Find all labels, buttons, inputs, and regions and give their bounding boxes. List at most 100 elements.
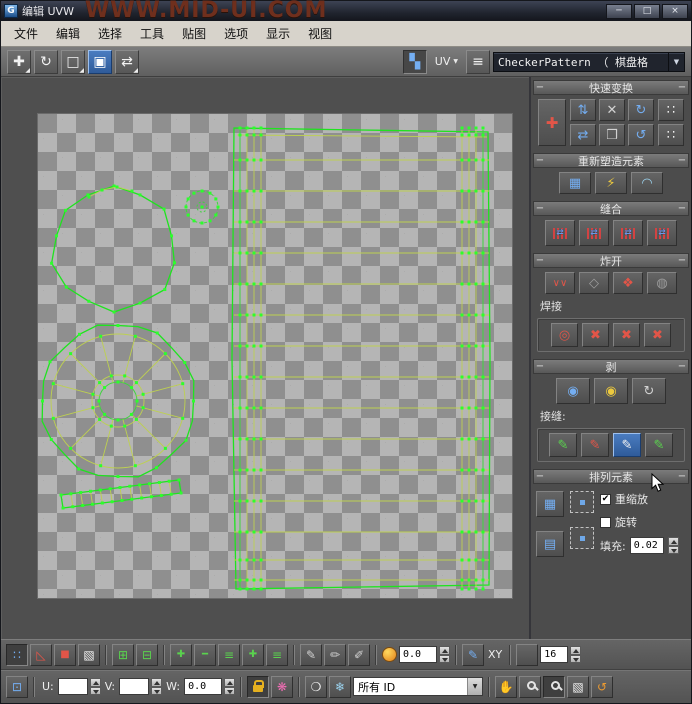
rollout-header-arrange[interactable]: − 排列元素 − [533,469,689,484]
rollout-header-reshape[interactable]: − 重新塑造元素 − [533,153,689,168]
edge-loop-button[interactable]: ≡ [218,643,240,666]
lock-selection-button[interactable] [247,675,270,698]
rollout-header-quick-transform[interactable]: − 快速变换 − [533,80,689,95]
weld-all-seams-button[interactable]: ✖ [613,323,640,347]
close-button[interactable]: × [662,3,688,19]
u-field[interactable] [57,678,88,695]
flatten-by-material-id-button[interactable]: ◍ [647,272,677,294]
vertex-mode-button[interactable]: ∷ [6,643,28,666]
uv-channel-dropdown[interactable]: UV ▼ [430,50,463,74]
uv-editor-viewport[interactable] [1,77,529,639]
weld-selected-seams-button[interactable]: ✖ [644,323,671,347]
v-field[interactable] [119,678,150,695]
move-tool-button[interactable]: ✚ ◢ [7,49,31,74]
loop-grow-button[interactable]: ✚ [170,643,192,666]
stitch-to-average-button[interactable]: ⇄ [647,220,677,246]
align-horizontal-button[interactable]: ⇄ [570,124,596,146]
menu-mapping[interactable]: 贴图 [173,22,215,45]
weld-selected-button[interactable]: ✖ [582,323,609,347]
zoom-extents-button[interactable]: ▧ [567,675,590,698]
paint-brush-grow-button[interactable]: ✏ [324,643,346,666]
edge-selection-to-seams-button[interactable]: ✎ [613,433,641,457]
spinner-up-icon[interactable] [439,646,450,655]
rotate-tool-button[interactable]: ↻ [34,49,58,74]
menu-options[interactable]: 选项 [215,22,257,45]
ring-grow-button[interactable]: ✚ [242,643,264,666]
highlight-selection-button[interactable]: ❍ [305,675,328,698]
expand-selection-to-seams-button[interactable]: ✎ [645,433,673,457]
edit-seams-button[interactable]: ✎ [549,433,577,457]
rollout-header-explode[interactable]: − 炸开 − [533,253,689,268]
rollout-header-peel[interactable]: − 剥 − [533,359,689,374]
loop-shrink-button[interactable]: ━ [194,643,216,666]
peel-mode-button[interactable]: ◉ [594,378,628,404]
target-weld-button[interactable]: ◎ [551,323,578,347]
stitch-to-source-button[interactable]: ⇄ [613,220,643,246]
zoom-extents-selected-button[interactable]: ↺ [591,675,614,698]
rotate-checkbox[interactable] [600,516,611,528]
padding-field[interactable]: 0.02 [629,537,664,554]
grow-selection-button[interactable]: ⊞ [112,643,134,666]
zoom-region-button[interactable] [543,675,566,698]
spinner-down-icon[interactable] [570,654,582,663]
move-selected-button[interactable]: ✚ [538,99,566,146]
stitch-custom-button[interactable]: ⇄ [545,220,575,246]
spinner-down-icon[interactable] [439,654,450,663]
mirror-tool-button[interactable]: ⇄ ◢ [115,49,139,74]
face-mode-button[interactable]: ■ [54,643,76,666]
scale-tool-button[interactable]: □ ◢ [61,49,85,74]
minimize-button[interactable]: ─ [606,3,632,19]
flatten-by-smoothing-group-button[interactable]: ∨∨ [545,272,575,294]
paint-brush-shrink-button[interactable]: ✐ [348,643,370,666]
absolute-offset-toggle[interactable]: ⊡ [6,675,28,698]
soft-selection-button[interactable] [382,647,397,662]
align-to-edge-button[interactable]: ❒ [599,124,625,146]
quick-peel-button[interactable]: ◉ [556,378,590,404]
menu-select[interactable]: 选择 [89,22,131,45]
show-map-button[interactable]: ▚ [402,49,427,74]
element-mode-button[interactable]: ▧ [78,643,100,666]
menu-edit[interactable]: 编辑 [47,22,89,45]
space-horizontally-button[interactable]: ∷ [658,99,684,121]
relax-until-flat-button[interactable]: ⚡ [595,172,627,194]
straighten-selection-button[interactable]: ▦ [559,172,591,194]
linear-align-button[interactable]: ✕ [599,99,625,121]
maximize-button[interactable]: □ [634,3,660,19]
break-button[interactable]: ❖ [613,272,643,294]
rescale-elements-button[interactable] [570,491,594,513]
spinner-down-icon[interactable] [667,545,679,554]
spinner-up-icon[interactable] [570,646,582,655]
reset-peel-button[interactable]: ↻ [632,378,666,404]
paint-soft-selection-button[interactable]: ✎ [462,643,484,666]
paint-select-button[interactable]: ✎ [300,643,322,666]
zoom-button[interactable] [519,675,542,698]
rescale-checkbox[interactable]: ✔ [600,493,611,505]
spinner-down-icon[interactable] [151,686,163,695]
freeform-mode-button[interactable]: ▣ [88,49,112,74]
space-vertically-button[interactable]: ∷ [658,124,684,146]
spinner-up-icon[interactable] [151,678,163,687]
rollout-header-stitch[interactable]: − 缝合 − [533,201,689,216]
spinner-up-icon[interactable] [224,678,236,687]
align-vertical-button[interactable]: ⇅ [570,99,596,121]
spinner-down-icon[interactable] [89,686,101,695]
menu-file[interactable]: 文件 [5,22,47,45]
grid-size-field[interactable]: 16 [540,646,569,663]
pack-together-button[interactable]: ▤ [536,531,564,557]
shrink-selection-button[interactable]: ⊟ [136,643,158,666]
rotate-90-ccw-button[interactable]: ↺ [628,124,654,146]
pan-button[interactable]: ✋ [495,675,518,698]
group-selected-button[interactable] [570,527,594,549]
freeze-selection-button[interactable]: ❄ [329,675,352,698]
menu-tools[interactable]: 工具 [131,22,173,45]
title-bar[interactable]: G 编辑 UVW WWW.MID-UI.COM ─ □ × [1,0,691,23]
edge-mode-button[interactable]: ◺ [30,643,52,666]
texture-list-button[interactable]: ≡ [466,49,490,74]
menu-view[interactable]: 视图 [299,22,341,45]
grid-snap-button[interactable] [516,643,539,666]
texture-selector-dropdown[interactable]: CheckerPattern （ 棋盘格 ▼ [493,51,685,72]
pack-normalize-button[interactable]: ▦ [536,491,564,517]
w-field[interactable]: 0.0 [184,678,223,695]
falloff-field[interactable]: 0.0 [399,646,437,663]
point-to-point-seam-button[interactable]: ✎ [581,433,609,457]
